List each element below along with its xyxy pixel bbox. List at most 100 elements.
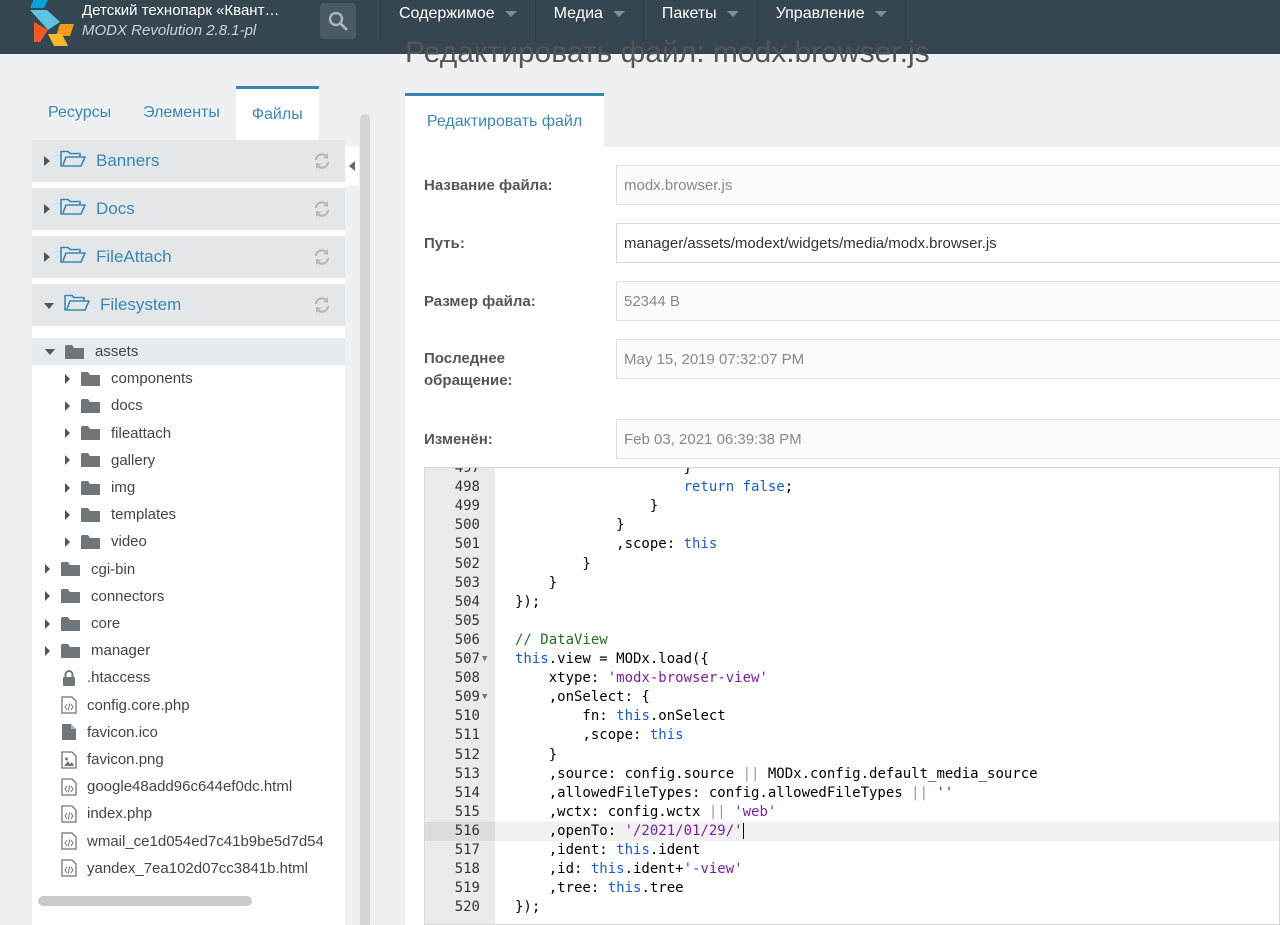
folder-icon [61,561,81,577]
refresh-icon[interactable] [313,296,331,319]
tree-node[interactable]: favicon.ico [32,719,345,746]
code-line[interactable]: 518 ,id: this.ident+'-view' [425,860,1279,879]
chevron-right-icon[interactable] [45,564,50,575]
tree-node-label: templates [111,506,177,524]
menu-content-label: Содержимое [399,5,495,22]
code-line[interactable]: 506 // DataView [425,631,1279,650]
tab-resources[interactable]: Ресурсы [32,86,127,140]
code-text: ,openTo: '/2021/01/29/' [515,822,744,839]
tree-node[interactable]: cgi-bin [32,556,345,583]
code-line[interactable]: 509 ▼ ,onSelect: { [425,688,1279,707]
code-line[interactable]: 520}); [425,898,1279,917]
code-line[interactable]: 497 } [425,468,1279,478]
code-line[interactable]: 510 fn: this.onSelect [425,707,1279,726]
tree-node[interactable]: manager [32,637,345,664]
code-line[interactable]: 502 } [425,555,1279,574]
code-line[interactable]: 504}); [425,593,1279,612]
code-text: } [515,574,558,591]
tree-node[interactable]: assets [32,338,345,365]
code-line[interactable]: 514 ,allowedFileTypes: config.allowedFil… [425,784,1279,803]
chevron-right-icon[interactable] [65,509,70,520]
code-editor[interactable]: 497 } 498 return false; 499 } 500 } 501 ,sco… [424,467,1280,925]
code-line[interactable]: 519 ,tree: this.tree [425,879,1279,898]
code-line[interactable]: 503 } [425,574,1279,593]
tree-node[interactable]: fileattach [32,420,345,447]
tree-node[interactable]: index.php [32,800,345,827]
chevron-down-icon [504,11,517,17]
chevron-right-icon[interactable] [44,252,50,262]
chevron-right-icon[interactable] [44,156,50,166]
collapse-sidebar-button[interactable] [345,146,359,186]
chevron-right-icon[interactable] [45,645,50,656]
chevron-right-icon[interactable] [44,204,50,214]
chevron-down-icon[interactable] [44,303,54,309]
code-line[interactable]: 505 [425,612,1279,631]
modified-field: Feb 03, 2021 06:39:38 PM [616,419,1280,459]
code-line[interactable]: 511 ,scope: this [425,726,1279,745]
modified-label: Изменён: [424,431,493,448]
tree-node[interactable]: favicon.png [32,746,345,773]
chevron-right-icon[interactable] [65,455,70,466]
tree-node-label: wmail_ce1d054ed7c41b9be5d7d54 [87,832,324,850]
tree-node[interactable]: yandex_7ea102d07cc3841b.html [32,855,345,882]
tree-node[interactable]: gallery [32,447,345,474]
tree-node[interactable]: img [32,474,345,501]
refresh-icon[interactable] [313,248,331,271]
tree-node[interactable]: wmail_ce1d054ed7c41b9be5d7d54 [32,828,345,855]
modx-logo-icon[interactable] [0,0,82,54]
fold-arrow-icon[interactable]: ▼ [482,650,487,669]
tab-edit-file[interactable]: Редактировать файл [405,93,604,147]
code-line[interactable]: 499 } [425,497,1279,516]
folder-icon [81,507,101,523]
tree-node[interactable]: components [32,365,345,392]
media-source-fileattach[interactable]: FileAttach [32,236,345,278]
code-line[interactable]: 516 ,openTo: '/2021/01/29/' [425,821,1279,841]
tree-node[interactable]: .htaccess [32,664,345,691]
menu-manage[interactable]: Управление [756,0,906,41]
menu-media[interactable]: Медиа [534,0,643,41]
menu-packages[interactable]: Пакеты [642,0,757,41]
media-source-docs[interactable]: Docs [32,188,345,230]
tree-node[interactable]: google48add96c644ef0dc.html [32,773,345,800]
tab-elements[interactable]: Элементы [127,86,236,140]
tree-node[interactable]: video [32,528,345,555]
code-line[interactable]: 517 ,ident: this.ident [425,841,1279,860]
code-line[interactable]: 513 ,source: config.source || MODx.confi… [425,765,1279,784]
site-brand[interactable]: Детский технопарк «Квант… MODX Revolutio… [82,0,320,54]
tree-node[interactable]: templates [32,501,345,528]
chevron-right-icon[interactable] [65,400,70,411]
chevron-right-icon[interactable] [45,618,50,629]
tree-node[interactable]: core [32,610,345,637]
search-button[interactable] [320,3,356,39]
tree-horizontal-scrollbar[interactable] [38,896,252,906]
chevron-down-icon[interactable] [45,348,55,355]
last-accessed-field: May 15, 2019 07:32:07 PM [616,339,1280,379]
refresh-icon[interactable] [313,152,331,175]
chevron-right-icon[interactable] [65,373,70,384]
filesize-field: 52344 B [616,281,1280,321]
code-line[interactable]: 507 ▼ this.view = MODx.load({ [425,650,1279,669]
code-line[interactable]: 508 xtype: 'modx-browser-view' [425,669,1279,688]
tab-files[interactable]: Файлы [235,86,319,140]
chevron-right-icon[interactable] [65,536,70,547]
folder-icon [61,616,81,632]
chevron-right-icon[interactable] [65,428,70,439]
fold-arrow-icon[interactable]: ▼ [482,688,487,707]
media-source-filesystem[interactable]: Filesystem [32,284,345,326]
code-line[interactable]: 512 } [425,746,1279,765]
code-line[interactable]: 501 ,scope: this [425,535,1279,554]
tree-node[interactable]: docs [32,392,345,419]
chevron-right-icon[interactable] [65,482,70,493]
sidebar-vertical-scrollbar[interactable] [360,114,370,925]
menu-content[interactable]: Содержимое [380,0,535,41]
line-number: 504 [454,593,480,610]
refresh-icon[interactable] [313,200,331,223]
code-line[interactable]: 515 ,wctx: config.wctx || 'web' [425,803,1279,822]
path-field[interactable]: manager/assets/modext/widgets/media/modx… [616,223,1280,263]
media-source-banners[interactable]: Banners [32,140,345,182]
tree-node[interactable]: connectors [32,583,345,610]
chevron-right-icon[interactable] [45,591,50,602]
code-line[interactable]: 498 return false; [425,478,1279,497]
code-line[interactable]: 500 } [425,516,1279,535]
tree-node[interactable]: config.core.php [32,692,345,719]
